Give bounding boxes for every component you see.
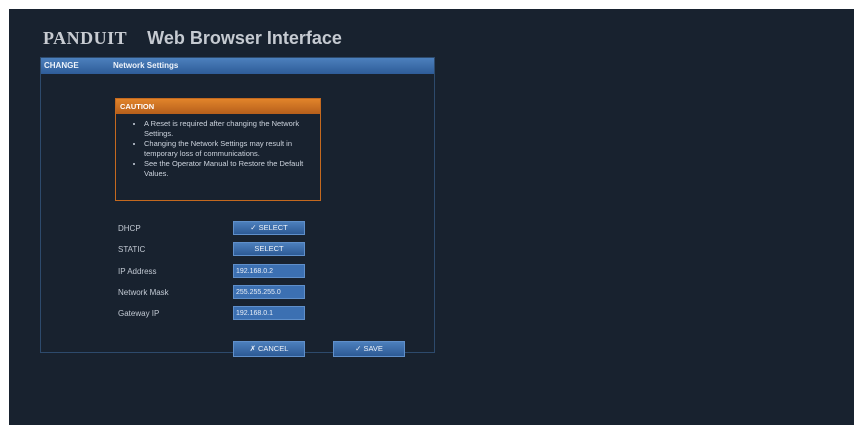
- cancel-button[interactable]: ✗ CANCEL: [233, 341, 305, 357]
- static-select-button[interactable]: SELECT: [233, 242, 305, 256]
- caution-item: See the Operator Manual to Restore the D…: [144, 159, 304, 178]
- screen-background: PANDUIT Web Browser Interface CHANGE Net…: [9, 9, 854, 425]
- panel-title: Network Settings: [113, 61, 179, 70]
- app-title: Web Browser Interface: [147, 27, 342, 48]
- caution-box: CAUTION A Reset is required after changi…: [115, 98, 321, 201]
- panel-bar-change-label: CHANGE: [44, 61, 79, 70]
- panel-title-bar: CHANGE Network Settings: [41, 58, 434, 74]
- caution-title: CAUTION: [116, 99, 320, 114]
- caution-item: A Reset is required after changing the N…: [144, 119, 304, 138]
- panduit-logo: PANDUIT: [43, 27, 128, 48]
- header: PANDUIT Web Browser Interface: [43, 23, 342, 53]
- static-label: STATIC: [118, 245, 146, 254]
- network-settings-panel: CHANGE Network Settings CAUTION A Reset …: [40, 57, 435, 357]
- network-mask-label: Network Mask: [118, 288, 169, 297]
- caution-item: Changing the Network Settings may result…: [144, 139, 304, 158]
- gateway-ip-label: Gateway IP: [118, 309, 160, 318]
- caution-list: A Reset is required after changing the N…: [116, 119, 304, 178]
- dhcp-label: DHCP: [118, 224, 141, 233]
- gateway-ip-field[interactable]: [233, 306, 305, 320]
- dhcp-select-button[interactable]: ✓ SELECT: [233, 221, 305, 235]
- ip-address-field[interactable]: [233, 264, 305, 278]
- network-mask-field[interactable]: [233, 285, 305, 299]
- ip-address-label: IP Address: [118, 267, 157, 276]
- save-button[interactable]: ✓ SAVE: [333, 341, 405, 357]
